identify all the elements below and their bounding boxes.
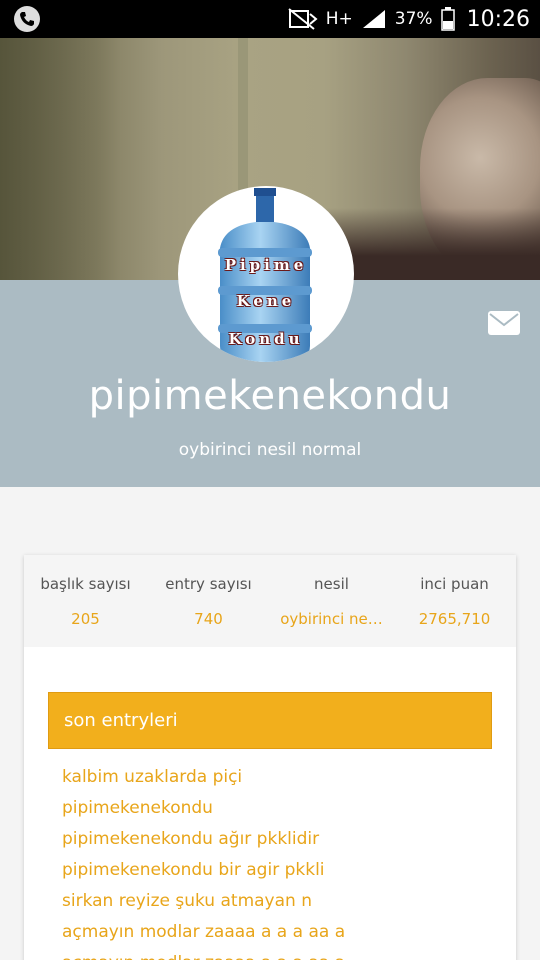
clock: 10:26 xyxy=(466,6,530,32)
battery-percent: 37% xyxy=(394,9,433,29)
recent-entries-list: kalbim uzaklarda piçi pipimekenekondu pi… xyxy=(62,762,482,960)
stat-value: 205 xyxy=(71,610,100,628)
section-title: son entryleri xyxy=(64,710,178,731)
recent-entries-header: son entryleri xyxy=(48,692,492,749)
mute-icon xyxy=(288,8,318,30)
entry-link[interactable]: pipimekenekondu bir agir pkkli xyxy=(62,855,482,886)
avatar-caption-line: Kene xyxy=(236,292,296,310)
entry-link[interactable]: kalbim uzaklarda piçi xyxy=(62,762,482,793)
stat-value: 740 xyxy=(194,610,223,628)
stat-label: başlık sayısı xyxy=(40,575,131,593)
avatar[interactable]: Pipime Kene Kondu xyxy=(178,186,354,362)
entry-link[interactable]: açmayın modlar zaaaa a a a aa a xyxy=(62,948,482,960)
profile-card: başlık sayısı 205 entry sayısı 740 nesil… xyxy=(24,555,516,960)
stat-points[interactable]: inci puan 2765,710 xyxy=(393,555,516,647)
stat-label: nesil xyxy=(314,575,349,593)
stat-label: inci puan xyxy=(420,575,489,593)
entry-link[interactable]: pipimekenekondu ağır pkklidir xyxy=(62,824,482,855)
entry-link[interactable]: açmayın modlar zaaaa a a a aa a xyxy=(62,917,482,948)
stat-label: entry sayısı xyxy=(165,575,252,593)
status-bar: H+ 37% 10:26 xyxy=(0,0,540,38)
stat-value: oybirinci ne… xyxy=(280,610,383,628)
signal-icon xyxy=(361,8,387,30)
entry-link[interactable]: sirkan reyize şuku atmayan n xyxy=(62,886,482,917)
message-icon[interactable] xyxy=(488,311,520,335)
network-type: H+ xyxy=(325,9,353,29)
entry-link[interactable]: pipimekenekondu xyxy=(62,793,482,824)
generation-label: oybirinci nesil normal xyxy=(178,440,362,460)
avatar-caption-line: Kondu xyxy=(228,330,304,348)
username: pipimekenekondu xyxy=(88,373,452,419)
stats-row: başlık sayısı 205 entry sayısı 740 nesil… xyxy=(24,555,516,647)
stat-value: 2765,710 xyxy=(418,610,491,628)
stat-topic-count[interactable]: başlık sayısı 205 xyxy=(24,555,147,647)
avatar-caption-line: Pipime xyxy=(224,256,308,274)
stat-generation[interactable]: nesil oybirinci ne… xyxy=(270,555,393,647)
stat-entry-count[interactable]: entry sayısı 740 xyxy=(147,555,270,647)
phone-icon xyxy=(14,6,40,32)
battery-icon xyxy=(440,7,455,31)
